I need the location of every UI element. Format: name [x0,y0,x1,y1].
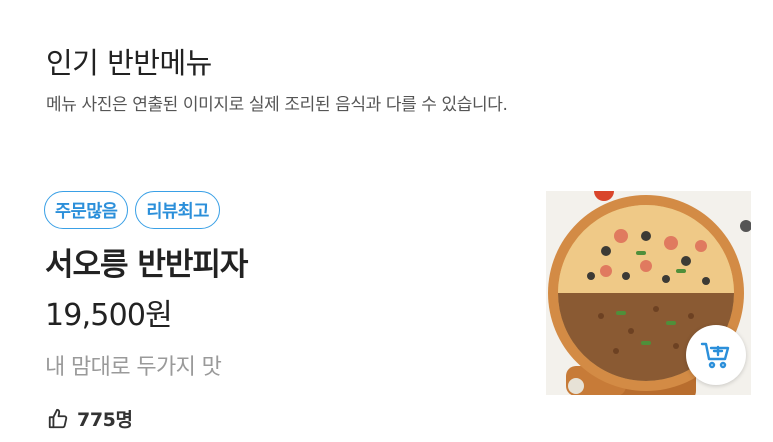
menu-item-name[interactable]: 서오릉 반반피자 [45,245,248,285]
photo-disclaimer: 메뉴 사진은 연출된 이미지로 실제 조리된 음식과 다를 수 있습니다. [46,95,508,115]
thumbs-up-icon [48,408,68,428]
menu-item-price: 19,500원 [45,298,173,333]
like-count: 775명 [47,405,133,432]
menu-item-photo[interactable] [546,191,751,395]
badge-popular: 주문많음 [44,191,129,229]
like-count-value: 775명 [77,409,133,431]
menu-item-description: 내 맘대로 두가지 맛 [45,355,222,380]
menu-item-card[interactable]: 주문많음 리뷰최고 서오릉 반반피자 19,500원 내 맘대로 두가지 맛 7… [44,191,751,436]
badge-top-review: 리뷰최고 [135,191,220,229]
cart-add-icon [700,342,730,369]
add-to-cart-button[interactable] [686,325,746,385]
section-header: 인기 반반메뉴 메뉴 사진은 연출된 이미지로 실제 조리된 음식과 다를 수 … [46,44,508,117]
section-title: 인기 반반메뉴 [46,46,212,80]
